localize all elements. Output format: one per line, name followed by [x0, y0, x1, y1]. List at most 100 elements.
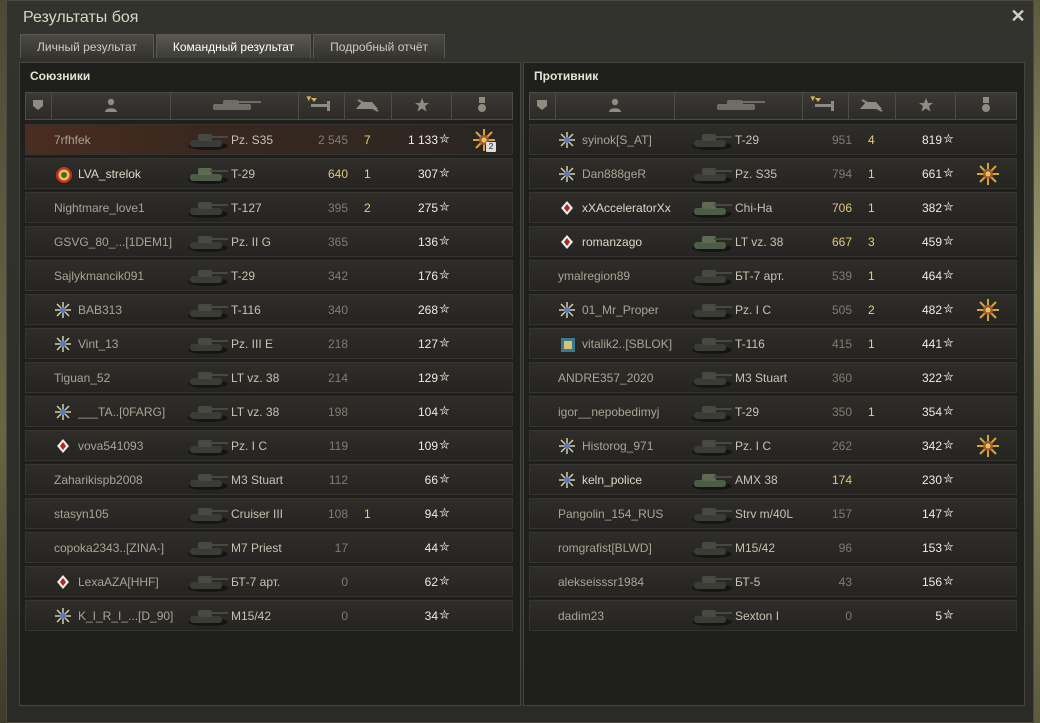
column-header-platoon[interactable] [530, 93, 556, 119]
xp-value: 307 [417, 167, 438, 181]
medal-icon[interactable] [977, 435, 1001, 459]
medal-icon[interactable] [977, 299, 1001, 323]
player-row[interactable]: vova541093 Pz. I C 119 109 ✮ [25, 430, 513, 461]
column-header-xp[interactable] [392, 93, 453, 119]
column-header-player[interactable] [52, 93, 172, 119]
kills-value: 4 [868, 133, 875, 147]
column-header-medal[interactable] [452, 93, 512, 119]
player-row[interactable]: Sajlykmancik091 T-29 342 176 ✮ [25, 260, 513, 291]
player-row[interactable]: 01_Mr_Proper Pz. I C 505 2 482 ✮ [529, 294, 1017, 325]
column-header-player[interactable] [556, 93, 676, 119]
xp-value: 1 133 [407, 133, 438, 147]
tank-icon [186, 162, 230, 186]
player-name: keln_police [582, 473, 643, 487]
player-row[interactable]: igor__nepobedimyj T-29 350 1 354 ✮ [529, 396, 1017, 427]
player-name: Vint_13 [78, 337, 119, 351]
xp-value: 104 [417, 405, 438, 419]
platoon-icon [536, 99, 548, 114]
tank-icon [186, 366, 230, 390]
tank-name: БТ-5 [735, 575, 761, 589]
close-icon[interactable]: ✕ [1009, 7, 1027, 25]
star-badge-icon [55, 404, 71, 420]
player-row[interactable]: ymalregion89 БТ-7 арт. 539 1 464 ✮ [529, 260, 1017, 291]
player-row[interactable]: dadim23 Sexton I 0 5 ✮ [529, 600, 1017, 631]
medal-icon [477, 96, 487, 116]
player-row[interactable]: syinok[S_AT] T-29 951 4 819 ✮ [529, 124, 1017, 155]
xp-star-icon: ✮ [943, 335, 954, 350]
player-row[interactable]: Vint_13 Pz. III E 218 127 ✮ [25, 328, 513, 359]
damage-value: 0 [341, 575, 348, 589]
xp-value: 176 [417, 269, 438, 283]
player-row[interactable]: LexaAZA[HHF] БТ-7 арт. 0 62 ✮ [25, 566, 513, 597]
tank-name: БТ-7 арт. [735, 269, 785, 283]
tank-name: Pz. S35 [231, 133, 274, 147]
damage-value: 174 [831, 473, 852, 487]
player-row[interactable]: vitalik2..[SBLOK] T-116 415 1 441 ✮ [529, 328, 1017, 359]
xp-star-icon: ✮ [439, 505, 450, 520]
tank-name: T-29 [735, 133, 760, 147]
star-badge-icon [559, 438, 575, 454]
column-header-kills[interactable] [345, 93, 393, 119]
tank-icon [186, 400, 230, 424]
column-header-damage[interactable]: ▼ [299, 93, 345, 119]
sort-arrow-icon: ▼ [808, 94, 817, 103]
column-header-xp[interactable] [896, 93, 957, 119]
tank-icon [690, 502, 734, 526]
player-row[interactable]: romanzago LT vz. 38 667 3 459 ✮ [529, 226, 1017, 257]
xp-value: 275 [417, 201, 438, 215]
player-name: Zaharikispb2008 [54, 473, 143, 487]
xp-star-icon: ✮ [439, 607, 450, 622]
player-row[interactable]: Nightmare_love1 T-127 395 2 275 ✮ [25, 192, 513, 223]
player-name: stasyn105 [54, 507, 109, 521]
xp-star-icon: ✮ [439, 573, 450, 588]
player-row[interactable]: Pangolin_154_RUS Strv m/40L 157 147 ✮ [529, 498, 1017, 529]
player-row[interactable]: alekseisssr1984 БТ-5 43 156 ✮ [529, 566, 1017, 597]
player-row[interactable]: 7rfhfek Pz. S35 2 545 7 1 133 ✮ 2 [25, 124, 513, 155]
column-header-platoon[interactable] [26, 93, 52, 119]
xp-star-icon: ✮ [439, 199, 450, 214]
player-row[interactable]: Tiguan_52 LT vz. 38 214 129 ✮ [25, 362, 513, 393]
player-row[interactable]: LVA_strelok T-29 640 1 307 ✮ [25, 158, 513, 189]
xp-star-icon: ✮ [943, 233, 954, 248]
medal-icon[interactable] [977, 163, 1001, 187]
column-header-damage[interactable]: ▼ [803, 93, 849, 119]
player-row[interactable]: Zaharikispb2008 M3 Stuart 112 66 ✮ [25, 464, 513, 495]
player-row[interactable]: Dan888geR Pz. S35 794 1 661 ✮ [529, 158, 1017, 189]
tank-name: Cruiser III [231, 507, 284, 521]
player-row[interactable]: romgrafist[BLWD] M15/42 96 153 ✮ [529, 532, 1017, 563]
xp-star-icon: ✮ [943, 607, 954, 622]
player-row[interactable]: xXAcceleratorXx Chi-Ha 706 1 382 ✮ [529, 192, 1017, 223]
tank-name: M15/42 [231, 609, 272, 623]
player-row[interactable]: BAB313 T-116 340 268 ✮ [25, 294, 513, 325]
tab-personal-result[interactable]: Личный результат [20, 34, 154, 58]
player-row[interactable]: Historog_971 Pz. I C 262 342 ✮ [529, 430, 1017, 461]
column-header-tank[interactable] [171, 93, 299, 119]
damage-value: 17 [334, 541, 348, 555]
player-row[interactable]: K_I_R_I_...[D_90] M15/42 0 34 ✮ [25, 600, 513, 631]
player-row[interactable]: stasyn105 Cruiser III 108 1 94 ✮ [25, 498, 513, 529]
star-badge-icon [55, 336, 71, 352]
column-header-tank[interactable] [675, 93, 803, 119]
tab-detailed-report[interactable]: Подробный отчёт [313, 34, 446, 58]
medal-icon[interactable]: 2 [473, 129, 497, 153]
player-name: copoka2343..[ZINA-] [54, 541, 165, 555]
damage-value: 415 [831, 337, 852, 351]
damage-value: 214 [327, 371, 348, 385]
player-name: 01_Mr_Proper [582, 303, 659, 317]
player-row[interactable]: keln_police AMX 38 174 230 ✮ [529, 464, 1017, 495]
player-row[interactable]: ANDRE357_2020 M3 Stuart 360 322 ✮ [529, 362, 1017, 393]
xp-star-icon: ✮ [943, 369, 954, 384]
damage-value: 640 [327, 167, 348, 181]
kills-value: 7 [364, 133, 371, 147]
column-header-medal[interactable] [956, 93, 1016, 119]
tank-icon [690, 230, 734, 254]
tank-name: T-116 [231, 303, 261, 317]
player-row[interactable]: ___TA..[0FARG] LT vz. 38 198 104 ✮ [25, 396, 513, 427]
column-header-kills[interactable] [849, 93, 897, 119]
player-name: ___TA..[0FARG] [78, 405, 166, 419]
player-row[interactable]: copoka2343..[ZINA-] M7 Priest 17 44 ✮ [25, 532, 513, 563]
xp-icon [414, 97, 429, 115]
player-row[interactable]: GSVG_80_...[1DEM1] Pz. II G 365 136 ✮ [25, 226, 513, 257]
xp-value: 661 [921, 167, 942, 181]
tab-team-result[interactable]: Командный результат [155, 34, 312, 58]
